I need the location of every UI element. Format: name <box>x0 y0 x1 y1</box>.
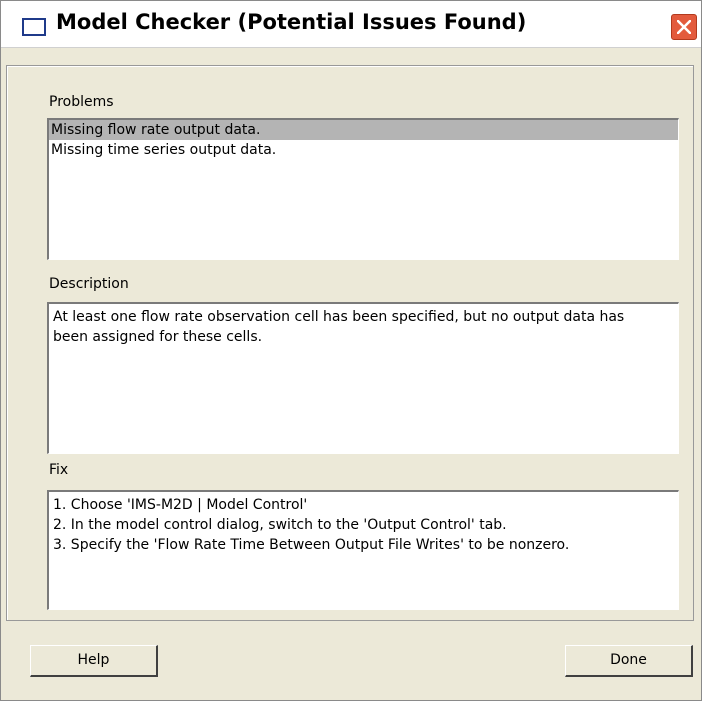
title-bar[interactable]: Model Checker (Potential Issues Found) <box>1 1 701 48</box>
description-label: Description <box>49 276 129 292</box>
done-button[interactable]: Done <box>565 645 693 677</box>
problem-list-item[interactable]: Missing flow rate output data. <box>49 120 678 140</box>
fix-label: Fix <box>49 462 69 478</box>
problem-list-item[interactable]: Missing time series output data. <box>49 140 678 160</box>
problems-list[interactable]: Missing flow rate output data. Missing ti… <box>47 118 679 260</box>
window-icon <box>22 18 46 36</box>
fix-step: 2. In the model control dialog, switch t… <box>53 517 507 533</box>
fix-step: 1. Choose 'IMS-M2D | Model Control' <box>53 497 308 513</box>
problems-label: Problems <box>49 94 114 110</box>
dialog-body: Problems Missing flow rate output data. M… <box>6 65 694 621</box>
fix-text: 1. Choose 'IMS-M2D | Model Control' 2. In… <box>49 492 678 558</box>
model-checker-dialog: Model Checker (Potential Issues Found) P… <box>0 0 702 701</box>
close-button[interactable] <box>671 14 697 40</box>
fix-box[interactable]: 1. Choose 'IMS-M2D | Model Control' 2. In… <box>47 490 679 610</box>
description-text: At least one flow rate observation cell … <box>53 309 625 345</box>
fix-step: 3. Specify the 'Flow Rate Time Between O… <box>53 537 570 553</box>
description-box[interactable]: At least one flow rate observation cell … <box>47 302 679 454</box>
window-title: Model Checker (Potential Issues Found) <box>56 10 527 34</box>
close-icon <box>677 20 691 34</box>
help-button[interactable]: Help <box>30 645 158 677</box>
